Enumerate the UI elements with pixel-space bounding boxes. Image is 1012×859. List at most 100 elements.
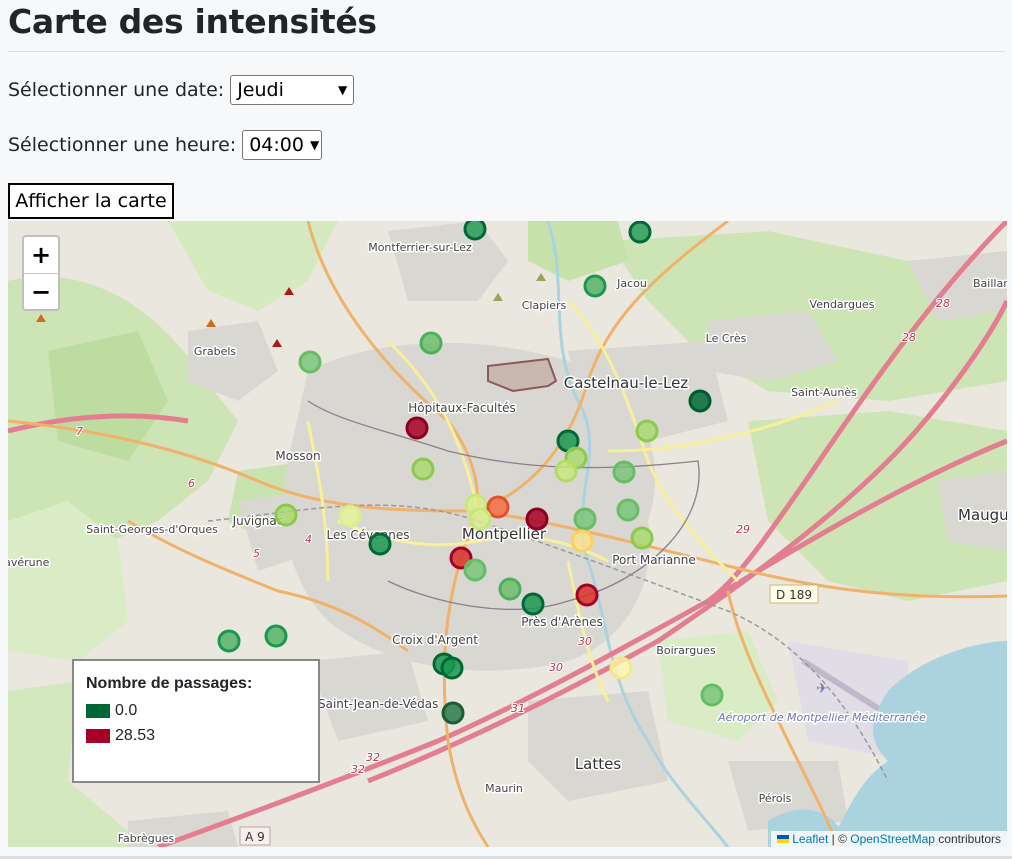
intensity-marker (628, 221, 652, 244)
page-title: Carte des intensités (8, 2, 377, 41)
road-shield-a9: A 9 (239, 826, 271, 846)
intensity-marker (298, 350, 322, 374)
intensity-marker (274, 503, 298, 527)
place-label: Mauguio (958, 506, 1007, 524)
intensity-marker (688, 389, 712, 413)
road-ref: 30 (549, 661, 563, 674)
date-row: Sélectionner une date: Jeudi ▼ (8, 75, 355, 105)
road-ref: 6 (188, 477, 195, 490)
intensity-marker (583, 274, 607, 298)
road-ref: 28 (902, 331, 916, 344)
road-ref: 4 (305, 533, 312, 546)
zoom-in-button[interactable]: + (24, 237, 58, 274)
date-select-value: Jeudi (237, 79, 284, 101)
intensity-marker (612, 460, 636, 484)
intensity-marker (217, 629, 241, 653)
intensity-marker (498, 577, 522, 601)
chevron-down-icon: ▼ (309, 138, 320, 152)
road-ref: 30 (578, 635, 592, 648)
intensity-marker (616, 498, 640, 522)
place-label: Montferrier-sur-Lez (368, 241, 472, 254)
place-label: Boirargues (656, 644, 716, 657)
zoom-control: + − (22, 235, 60, 311)
place-label: Grabels (194, 345, 237, 358)
road-ref: 29 (736, 523, 750, 536)
intensity-marker (700, 683, 724, 707)
map-attribution: Leaflet | © OpenStreetMap contributors (771, 831, 1007, 847)
intensity-marker (468, 507, 492, 531)
show-map-button[interactable]: Afficher la carte (8, 183, 174, 219)
place-label: Vendargues (810, 298, 875, 311)
intensity-marker (419, 331, 443, 355)
date-label: Sélectionner une date: (8, 79, 225, 101)
intensity-marker (525, 507, 549, 531)
place-label: Lattes (575, 755, 622, 773)
legend-label: 0.0 (115, 701, 138, 719)
place-label: Port Marianne (612, 553, 696, 567)
intensity-marker (575, 583, 599, 607)
legend-swatch (86, 703, 110, 718)
road-ref: 5 (253, 547, 260, 560)
intensity-marker (264, 624, 288, 648)
road-ref: 28 (936, 297, 950, 310)
intensity-marker (573, 507, 597, 531)
map-container[interactable]: Montferrier-sur-Lez Jacou Clapiers Baill… (8, 221, 1007, 847)
place-label: Mosson (275, 449, 320, 463)
intensity-marker (635, 419, 659, 443)
attribution-suffix: contributors (934, 832, 1001, 846)
place-label: Lavérune (8, 556, 50, 569)
place-label: Baillargues (973, 277, 1007, 290)
road-ref: 32 (366, 751, 380, 764)
place-label: Maurin (485, 782, 523, 795)
place-label: Clapiers (522, 299, 567, 312)
road-ref: 7 (76, 425, 83, 438)
attribution-separator: | © (828, 832, 851, 846)
place-label: Saint-Jean-de-Védas (318, 697, 438, 711)
place-label: Les Cévennes (326, 528, 409, 542)
road-ref: 31 (511, 702, 525, 715)
intensity-marker (405, 416, 429, 440)
intensity-marker (411, 457, 435, 481)
place-label: Croix d'Argent (392, 633, 478, 647)
place-label: Le Crès (706, 332, 747, 345)
intensity-marker (441, 701, 465, 725)
legend-entry: 28.53 (86, 723, 306, 748)
airport-icon: ✈ (816, 681, 828, 697)
hour-select[interactable]: 04:00 ▼ (242, 130, 323, 160)
intensity-marker (368, 532, 392, 556)
intensity-marker (521, 592, 545, 616)
road-ref: A 9 (245, 830, 265, 844)
legend-swatch (86, 728, 110, 743)
intensity-marker (463, 558, 487, 582)
zoom-out-button[interactable]: − (24, 274, 58, 309)
intensity-marker (463, 221, 487, 241)
legend-label: 28.53 (115, 726, 156, 744)
intensity-marker (630, 526, 654, 550)
road-shield-d189: D 189 (769, 584, 819, 604)
hour-select-value: 04:00 (249, 134, 304, 156)
osm-link[interactable]: OpenStreetMap (850, 832, 935, 846)
place-label: Hôpitaux-Facultés (408, 401, 515, 415)
legend-entry: 0.0 (86, 698, 306, 723)
place-label: Fabrègues (118, 832, 175, 845)
hour-label: Sélectionner une heure: (8, 134, 237, 156)
intensity-marker (570, 529, 594, 553)
map-legend: Nombre de passages: 0.0 28.53 (72, 659, 320, 783)
ukraine-flag-icon (777, 835, 790, 843)
place-label: Saint-Aunès (791, 386, 857, 399)
chevron-down-icon: ▼ (337, 83, 348, 97)
place-label: Pérols (759, 792, 792, 805)
intensity-marker (338, 504, 362, 528)
hour-row: Sélectionner une heure: 04:00 ▼ (8, 130, 323, 160)
place-label: Près d'Arènes (521, 615, 603, 629)
intensity-marker (486, 495, 510, 519)
road-ref: 32 (351, 763, 365, 776)
road-ref: D 189 (776, 588, 812, 602)
place-label: Saint-Georges-d'Orques (86, 523, 218, 536)
place-label: Jacou (616, 277, 647, 290)
leaflet-link[interactable]: Leaflet (792, 832, 828, 846)
legend-title: Nombre de passages: (86, 675, 253, 692)
intensity-marker (440, 656, 464, 680)
date-select[interactable]: Jeudi ▼ (230, 75, 355, 105)
intensity-marker (554, 459, 578, 483)
